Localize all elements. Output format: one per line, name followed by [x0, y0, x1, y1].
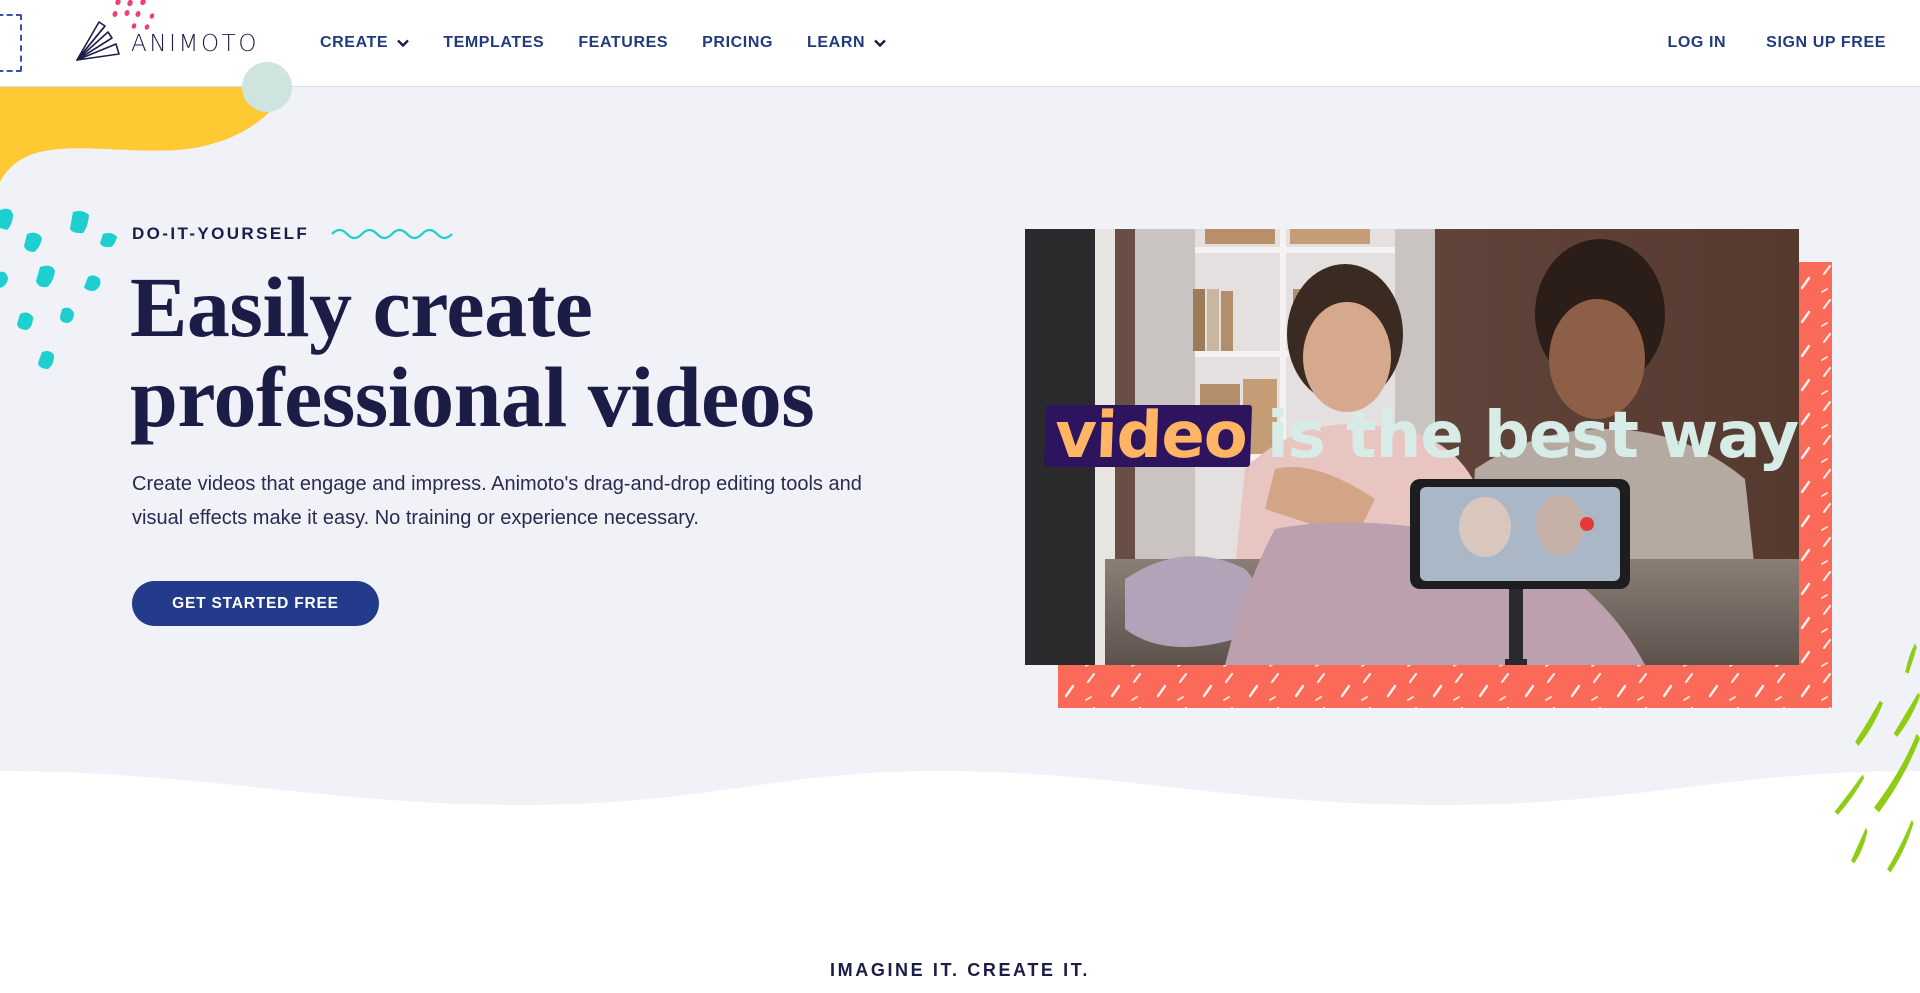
video-caption: video is the best way: [1043, 399, 1799, 473]
nav-item-learn[interactable]: LEARN: [807, 34, 886, 52]
chevron-down-icon: [397, 39, 410, 47]
nav-item-label: FEATURES: [578, 34, 669, 51]
animoto-fan-icon: [76, 21, 120, 61]
nav-item-features[interactable]: FEATURES: [578, 34, 668, 52]
decorative-mint-blob: [242, 62, 292, 112]
login-link[interactable]: LOG IN: [1667, 34, 1726, 52]
section-heading: IMAGINE IT. CREATE IT.: [830, 960, 1090, 980]
caption-highlight: video: [1043, 399, 1252, 473]
main-nav: CREATE TEMPLATES FEATURES PRICING LEARN: [320, 0, 920, 86]
nav-item-label: PRICING: [702, 34, 774, 51]
decorative-teal-dots: [0, 208, 117, 369]
caption-text: is the best way: [1266, 399, 1799, 473]
decorative-dashed-box: [0, 14, 22, 72]
description-line-2: visual effects make it easy. No training…: [132, 507, 699, 529]
nav-item-label: LEARN: [807, 34, 866, 51]
hero-headline: Easily create professional videos: [130, 262, 930, 442]
headline-line-2: professional videos: [130, 349, 815, 445]
squiggle-icon: [331, 228, 453, 240]
nav-item-create[interactable]: CREATE: [320, 34, 410, 52]
nav-item-label: CREATE: [320, 34, 389, 51]
hero-eyebrow: DO-IT-YOURSELF: [132, 224, 453, 244]
nav-item-pricing[interactable]: PRICING: [702, 34, 773, 52]
hero-description: Create videos that engage and impress. A…: [132, 467, 932, 535]
get-started-free-button[interactable]: GET STARTED FREE: [132, 581, 379, 626]
account-nav: LOG IN SIGN UP FREE: [1627, 0, 1886, 86]
logo-wordmark: ANIMOTO: [131, 31, 260, 57]
headline-line-1: Easily create: [130, 259, 593, 355]
decorative-green-strokes: [1834, 643, 1920, 873]
hero-video-player[interactable]: video is the best way: [1025, 229, 1799, 665]
nav-item-templates[interactable]: TEMPLATES: [443, 34, 544, 52]
site-header: ANIMOTO CREATE TEMPLATES FEATURES PRICIN…: [0, 0, 1920, 112]
chevron-down-icon: [874, 39, 886, 47]
description-line-1: Create videos that engage and impress. A…: [132, 473, 862, 495]
hero-bottom-wave: [0, 767, 1920, 807]
nav-item-label: TEMPLATES: [443, 34, 545, 51]
animoto-logo[interactable]: ANIMOTO: [75, 20, 259, 62]
eyebrow-label: DO-IT-YOURSELF: [132, 224, 310, 243]
signup-link[interactable]: SIGN UP FREE: [1766, 34, 1886, 52]
hero-section: DO-IT-YOURSELF Easily create professiona…: [0, 87, 1920, 807]
